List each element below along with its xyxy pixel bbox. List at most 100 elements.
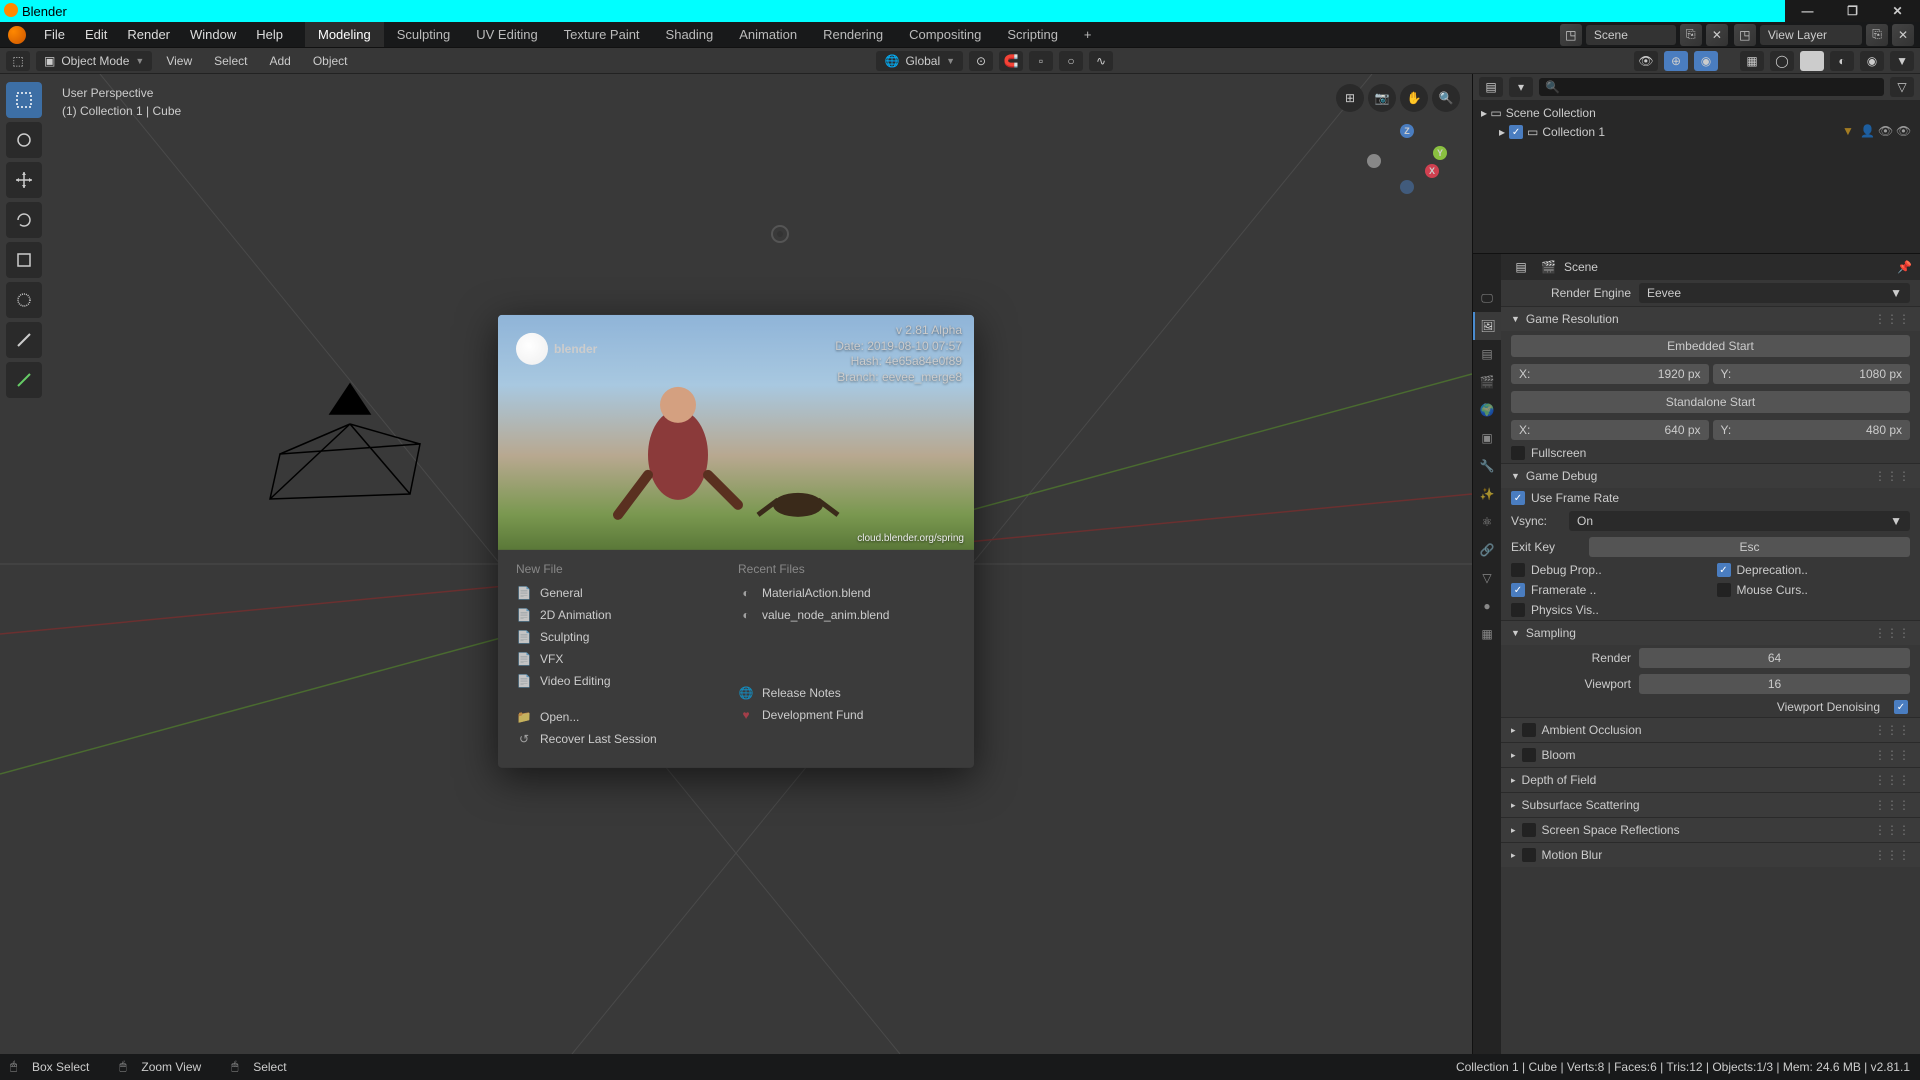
axis-neg-z[interactable] [1400, 180, 1414, 194]
debug-prop-checkbox[interactable] [1511, 563, 1525, 577]
3d-viewport[interactable]: User Perspective (1) Collection 1 | Cube… [0, 74, 1472, 1054]
development-fund-link[interactable]: ♥Development Fund [736, 704, 958, 726]
workspace-sculpting[interactable]: Sculpting [384, 22, 463, 47]
workspace-texture-paint[interactable]: Texture Paint [551, 22, 653, 47]
object-mode-dropdown[interactable]: ▣ Object Mode ▼ [36, 51, 152, 71]
recent-file-1[interactable]: ◐MaterialAction.blend [736, 582, 958, 604]
pivot-icon[interactable]: ⊙ [969, 51, 993, 71]
tab-viewlayer[interactable]: ▤ [1473, 340, 1501, 368]
viewlayer-new-icon[interactable]: ⎘ [1866, 24, 1888, 46]
axis-neg[interactable] [1367, 154, 1381, 168]
tool-scale[interactable] [6, 242, 42, 278]
viewport-samples-field[interactable]: 16 [1639, 674, 1910, 694]
standalone-start-button[interactable]: Standalone Start [1511, 391, 1910, 413]
panel-game-resolution[interactable]: ▼Game Resolution⋮⋮⋮ [1501, 306, 1920, 331]
embedded-y-field[interactable]: Y:1080 px [1713, 364, 1911, 384]
tool-move[interactable] [6, 162, 42, 198]
tab-scene[interactable]: 🎬 [1473, 368, 1501, 396]
scene-new-icon[interactable]: ⎘ [1680, 24, 1702, 46]
header-menu-view[interactable]: View [158, 51, 200, 71]
exit-key-field[interactable]: Esc [1589, 537, 1910, 557]
axis-y[interactable]: Y [1433, 146, 1447, 160]
tool-transform[interactable] [6, 282, 42, 318]
tab-particles[interactable]: ✨ [1473, 480, 1501, 508]
editor-type-icon[interactable]: ⬚ [6, 51, 30, 71]
workspace-animation[interactable]: Animation [726, 22, 810, 47]
view-camera-icon[interactable]: 📷 [1368, 84, 1396, 112]
scene-browse-icon[interactable]: ◳ [1560, 24, 1582, 46]
tab-physics[interactable]: ⚛ [1473, 508, 1501, 536]
proportional-falloff-icon[interactable]: ∿ [1089, 51, 1113, 71]
header-menu-add[interactable]: Add [261, 51, 298, 71]
xray-icon[interactable]: ▦ [1740, 51, 1764, 71]
panel-motion-blur[interactable]: ▸Motion Blur⋮⋮⋮ [1501, 842, 1920, 867]
outliner-collection-1[interactable]: ▸ ▭ Collection 1 ▼ 👤 👁 👁 [1481, 122, 1912, 142]
proportional-icon[interactable]: ○ [1059, 51, 1083, 71]
viewlayer-delete-icon[interactable]: ✕ [1892, 24, 1914, 46]
embedded-start-button[interactable]: Embedded Start [1511, 335, 1910, 357]
shading-solid-icon[interactable]: ● [1800, 51, 1824, 71]
axis-z[interactable]: Z [1400, 124, 1414, 138]
tab-object[interactable]: ▣ [1473, 424, 1501, 452]
outliner-search[interactable]: 🔍 [1539, 78, 1884, 96]
shading-rendered-icon[interactable]: ◉ [1860, 51, 1884, 71]
menu-window[interactable]: Window [180, 22, 246, 47]
view-pan-icon[interactable]: ✋ [1400, 84, 1428, 112]
workspace-rendering[interactable]: Rendering [810, 22, 896, 47]
header-menu-select[interactable]: Select [206, 51, 255, 71]
tab-material[interactable]: ● [1473, 592, 1501, 620]
fullscreen-checkbox[interactable] [1511, 446, 1525, 460]
release-notes-link[interactable]: 🌐Release Notes [736, 682, 958, 704]
object-types-icon[interactable]: 👁 [1634, 51, 1658, 71]
tab-texture[interactable]: ▦ [1473, 620, 1501, 648]
vsync-dropdown[interactable]: On▼ [1569, 511, 1910, 531]
outliner-display-mode[interactable]: ▤ [1479, 77, 1503, 97]
tab-modifiers[interactable]: 🔧 [1473, 452, 1501, 480]
shading-wireframe-icon[interactable]: ◯ [1770, 51, 1794, 71]
viewport-denoising-checkbox[interactable] [1894, 700, 1908, 714]
standalone-y-field[interactable]: Y:480 px [1713, 420, 1911, 440]
menu-help[interactable]: Help [246, 22, 293, 47]
exclude-icon[interactable]: ▼ [1842, 124, 1858, 140]
orientation-gizmo[interactable]: Z Y X [1367, 124, 1447, 204]
snap-icon[interactable]: 🧲 [999, 51, 1023, 71]
panel-bloom[interactable]: ▸Bloom⋮⋮⋮ [1501, 742, 1920, 767]
outliner-filter-icon[interactable]: ▽ [1890, 77, 1914, 97]
ssr-enable-checkbox[interactable] [1522, 823, 1536, 837]
deprecation-checkbox[interactable] [1717, 563, 1731, 577]
open-file[interactable]: 📁Open... [514, 706, 736, 728]
tool-annotate[interactable] [6, 322, 42, 358]
tab-output[interactable]: 🖼 [1473, 312, 1501, 340]
selectable-icon[interactable]: 👤 [1860, 124, 1876, 140]
maximize-button[interactable]: ❐ [1830, 0, 1875, 22]
workspace-add[interactable]: + [1071, 22, 1105, 47]
tool-rotate[interactable] [6, 202, 42, 238]
scene-name-field[interactable]: Scene [1586, 25, 1676, 45]
view-zoom-icon[interactable]: 🔍 [1432, 84, 1460, 112]
tool-select-box[interactable] [6, 82, 42, 118]
newfile-general[interactable]: 📄General [514, 582, 736, 604]
render-samples-field[interactable]: 64 [1639, 648, 1910, 668]
physics-vis-checkbox[interactable] [1511, 603, 1525, 617]
recover-last-session[interactable]: ↺Recover Last Session [514, 728, 736, 750]
workspace-uv-editing[interactable]: UV Editing [463, 22, 550, 47]
embedded-x-field[interactable]: X:1920 px [1511, 364, 1709, 384]
ao-enable-checkbox[interactable] [1522, 723, 1536, 737]
outliner-view-icon[interactable]: ▾ [1509, 77, 1533, 97]
pin-icon[interactable]: 📌 [1897, 260, 1912, 274]
tool-cursor[interactable] [6, 122, 42, 158]
hide-icon[interactable]: 👁 [1878, 124, 1894, 140]
motion-blur-enable-checkbox[interactable] [1522, 848, 1536, 862]
axis-x[interactable]: X [1425, 164, 1439, 178]
viewlayer-browse-icon[interactable]: ◳ [1734, 24, 1756, 46]
viewlayer-name-field[interactable]: View Layer [1760, 25, 1862, 45]
gizmos-toggle-icon[interactable]: ⊕ [1664, 51, 1688, 71]
workspace-shading[interactable]: Shading [653, 22, 727, 47]
view-grid-icon[interactable]: ⊞ [1336, 84, 1364, 112]
tab-render[interactable]: 🖵 [1473, 284, 1501, 312]
newfile-sculpting[interactable]: 📄Sculpting [514, 626, 736, 648]
menu-file[interactable]: File [34, 22, 75, 47]
snap-options-icon[interactable]: ▫ [1029, 51, 1053, 71]
bloom-enable-checkbox[interactable] [1522, 748, 1536, 762]
workspace-compositing[interactable]: Compositing [896, 22, 994, 47]
